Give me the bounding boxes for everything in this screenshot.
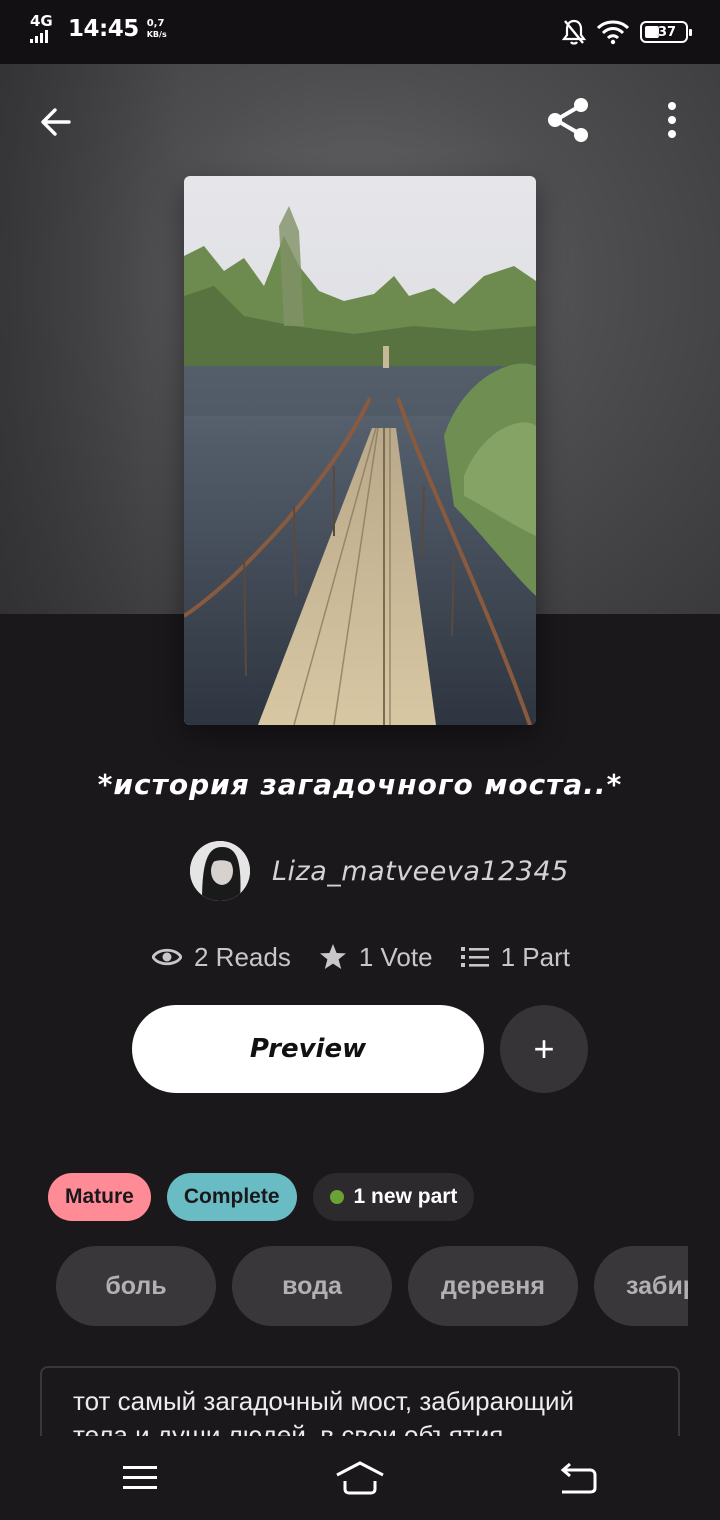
more-vertical-icon bbox=[668, 102, 676, 138]
back-icon bbox=[560, 1462, 597, 1494]
network-speed: 0,7 KB/s bbox=[147, 18, 167, 40]
system-back-button[interactable] bbox=[548, 1450, 608, 1506]
system-nav-bar bbox=[0, 1436, 720, 1520]
home-icon bbox=[336, 1461, 384, 1495]
story-stats: 2 Reads 1 Vote 1 Part bbox=[152, 936, 598, 978]
tag-chip[interactable]: боль bbox=[56, 1246, 216, 1326]
parts-stat: 1 Part bbox=[460, 941, 570, 973]
votes-count: 1 Vote bbox=[358, 941, 433, 972]
status-left: 4G 14:45 0,7 KB/s bbox=[30, 14, 167, 43]
bell-off-icon bbox=[562, 19, 586, 45]
share-icon bbox=[548, 98, 588, 142]
tag-chip[interactable]: деревня bbox=[408, 1246, 578, 1326]
author-name[interactable]: Liza_matveeva12345 bbox=[272, 856, 569, 887]
tag-chip[interactable]: вода bbox=[232, 1246, 392, 1326]
author-link[interactable]: Liza_matveeva12345 bbox=[190, 840, 569, 902]
new-part-badge: 1 new part bbox=[312, 1173, 475, 1221]
add-to-library-button[interactable]: + bbox=[500, 1005, 588, 1093]
share-button[interactable] bbox=[540, 92, 596, 148]
wifi-icon bbox=[596, 20, 630, 45]
speed-unit: KB/s bbox=[146, 29, 167, 39]
recent-apps-button[interactable] bbox=[110, 1450, 170, 1506]
menu-icon bbox=[123, 1466, 157, 1489]
status-bar: 4G 14:45 0,7 KB/s 37 bbox=[0, 0, 720, 64]
arrow-left-icon bbox=[41, 108, 71, 136]
eye-icon bbox=[152, 948, 182, 966]
home-button[interactable] bbox=[330, 1450, 390, 1506]
tags-list: боль вода деревня забирающий bbox=[56, 1246, 688, 1326]
story-cover-image[interactable] bbox=[184, 176, 536, 725]
more-options-button[interactable] bbox=[650, 92, 694, 148]
back-button[interactable] bbox=[28, 94, 84, 150]
battery-level: 37 bbox=[658, 24, 677, 40]
new-dot-icon bbox=[329, 1190, 344, 1204]
list-icon bbox=[460, 947, 489, 967]
battery-fill bbox=[645, 26, 659, 38]
mature-badge: Mature bbox=[48, 1173, 151, 1221]
tag-chip[interactable]: забирающий bbox=[594, 1246, 688, 1326]
status-right: 37 bbox=[562, 18, 692, 46]
reads-stat: 2 Reads bbox=[152, 942, 291, 973]
tags-scroller[interactable]: боль вода деревня забирающий bbox=[56, 1246, 688, 1326]
clock: 14:45 bbox=[68, 15, 139, 42]
complete-badge: Complete bbox=[166, 1173, 297, 1221]
avatar[interactable] bbox=[190, 841, 250, 901]
story-title: *история загадочного моста..* bbox=[97, 768, 623, 801]
votes-stat: 1 Vote bbox=[319, 942, 433, 973]
status-badges: Mature Complete 1 new part bbox=[48, 1173, 475, 1221]
description-box[interactable]: тот самый загадочный мост, забирающий те… bbox=[40, 1366, 680, 1446]
bridge-cover-illustration bbox=[184, 176, 536, 725]
parts-count: 1 Part bbox=[500, 941, 570, 972]
network-indicator: 4G bbox=[30, 14, 54, 43]
star-icon bbox=[319, 944, 346, 969]
author-avatar-image bbox=[190, 841, 250, 901]
speed-value: 0,7 bbox=[146, 17, 165, 29]
new-part-label: 1 new part bbox=[353, 1185, 458, 1208]
preview-button[interactable]: Preview bbox=[132, 1005, 484, 1093]
reads-count: 2 Reads bbox=[194, 941, 291, 972]
signal-icon bbox=[30, 30, 54, 43]
battery-icon: 37 bbox=[640, 21, 692, 43]
network-label: 4G bbox=[30, 12, 53, 30]
